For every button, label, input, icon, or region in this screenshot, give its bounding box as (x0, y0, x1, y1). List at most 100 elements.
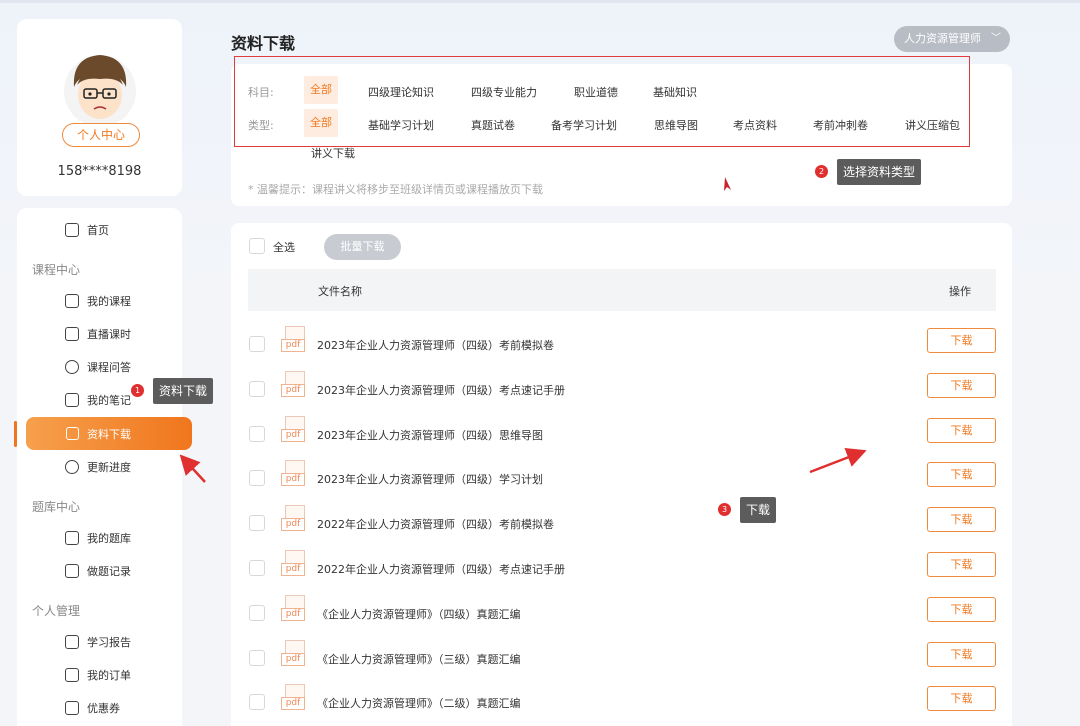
select-all-label: 全选 (273, 241, 295, 254)
user-phone: 158****8198 (57, 164, 142, 179)
type-option[interactable]: 讲义下载 (311, 145, 355, 161)
type-option[interactable]: 讲义压缩包 (905, 117, 960, 133)
pdf-file-icon: pdf (281, 550, 307, 580)
avatar (64, 55, 136, 127)
sidebar-item-my-bank[interactable]: 我的题库 (65, 528, 131, 548)
row-checkbox[interactable] (249, 650, 265, 666)
personal-center-button[interactable]: 个人中心 (62, 123, 140, 147)
type-option[interactable]: 备考学习计划 (551, 117, 617, 133)
file-name: 《企业人力资源管理师》（三级）真题汇编 (317, 653, 521, 666)
home-icon (65, 223, 79, 237)
download-button[interactable]: 下载 (927, 462, 996, 487)
tip-text: * 温馨提示：课程讲义将移步至班级详情页或课程播放页下载 (248, 183, 543, 196)
column-header-action: 操作 (949, 285, 971, 298)
download-button[interactable]: 下载 (927, 507, 996, 532)
sidebar-item-practice-records[interactable]: 做题记录 (65, 561, 131, 581)
file-name: 《企业人力资源管理师》（四级）真题汇编 (317, 608, 521, 621)
type-option-all[interactable]: 全部 (304, 109, 338, 137)
sidebar-item-coupons[interactable]: 优惠券 (65, 698, 120, 718)
subject-label: 科目: (248, 86, 274, 99)
download-button[interactable]: 下载 (927, 373, 996, 398)
download-button[interactable]: 下载 (927, 597, 996, 622)
pdf-file-icon: pdf (281, 371, 307, 401)
row-checkbox[interactable] (249, 426, 265, 442)
type-option[interactable]: 考前冲刺卷 (813, 117, 868, 133)
sidebar-item-label: 我的课程 (87, 295, 131, 308)
pdf-file-icon: pdf (281, 640, 307, 670)
row-checkbox[interactable] (249, 560, 265, 576)
pdf-tag: pdf (281, 473, 305, 486)
file-name: 2023年企业人力资源管理师（四级）思维导图 (317, 429, 543, 442)
role-select[interactable]: 人力资源管理师 ﹀ (894, 26, 1010, 52)
row-checkbox[interactable] (249, 336, 265, 352)
sidebar-item-download[interactable]: 资料下载 (26, 417, 192, 450)
row-checkbox[interactable] (249, 515, 265, 531)
download-icon (66, 427, 79, 440)
video-icon (65, 327, 79, 341)
sidebar-item-label: 我的订单 (87, 669, 131, 682)
arrow-step-1 (179, 454, 206, 483)
pdf-file-icon: pdf (281, 326, 307, 356)
sidebar-item-update-progress[interactable]: 更新进度 (65, 457, 131, 477)
sidebar-item-live-hours[interactable]: 直播课时 (65, 324, 131, 344)
row-checkbox[interactable] (249, 694, 265, 710)
pdf-tag: pdf (281, 563, 305, 576)
row-checkbox[interactable] (249, 470, 265, 486)
sidebar-item-label: 课程问答 (87, 361, 131, 374)
sidebar-group-course: 课程中心 (32, 263, 81, 277)
subject-option[interactable]: 职业道德 (574, 84, 618, 100)
sidebar: 首页 课程中心 我的课程 直播课时 课程问答 我的笔记 资料下载 更新进度 题库… (17, 208, 192, 726)
sidebar-group-bank: 题库中心 (32, 500, 81, 514)
sidebar-item-label: 我的题库 (87, 532, 131, 545)
question-icon (65, 360, 79, 374)
step-badge-1: 1 (131, 384, 144, 397)
sidebar-item-label: 优惠券 (87, 702, 120, 715)
pdf-file-icon: pdf (281, 416, 307, 446)
sidebar-item-study-report[interactable]: 学习报告 (65, 632, 131, 652)
download-button[interactable]: 下载 (927, 552, 996, 577)
file-name: 2023年企业人力资源管理师（四级）学习计划 (317, 473, 543, 486)
row-checkbox[interactable] (249, 381, 265, 397)
page-title: 资料下载 (231, 34, 296, 53)
sidebar-group-personal: 个人管理 (32, 604, 81, 618)
type-option[interactable]: 基础学习计划 (368, 117, 434, 133)
sidebar-item-my-courses[interactable]: 我的课程 (65, 291, 131, 311)
question-bank-icon (65, 531, 79, 545)
profile-card: 个人中心 158****8198 (17, 19, 182, 196)
row-checkbox[interactable] (249, 605, 265, 621)
order-icon (65, 668, 79, 682)
subject-option[interactable]: 四级理论知识 (368, 84, 434, 100)
sidebar-item-label: 做题记录 (87, 565, 131, 578)
subject-option[interactable]: 基础知识 (653, 84, 697, 100)
select-all-checkbox[interactable] (249, 238, 265, 254)
sidebar-item-course-qa[interactable]: 课程问答 (65, 357, 131, 377)
callout-step-3: 下载 (740, 497, 777, 523)
batch-download-button[interactable]: 批量下载 (324, 234, 401, 260)
file-name: 2023年企业人力资源管理师（四级）考前模拟卷 (317, 339, 554, 352)
file-name: 2023年企业人力资源管理师（四级）考点速记手册 (317, 384, 565, 397)
sidebar-item-my-orders[interactable]: 我的订单 (65, 665, 131, 685)
chevron-down-icon: ﹀ (991, 33, 1001, 44)
download-button[interactable]: 下载 (927, 642, 996, 667)
pdf-file-icon: pdf (281, 595, 307, 625)
subject-option[interactable]: 四级专业能力 (471, 84, 537, 100)
pdf-tag: pdf (281, 697, 305, 710)
subject-option-all[interactable]: 全部 (304, 76, 338, 104)
column-header-name: 文件名称 (318, 285, 362, 298)
download-button[interactable]: 下载 (927, 686, 996, 711)
pdf-file-icon: pdf (281, 684, 307, 714)
role-select-value: 人力资源管理师 (904, 32, 981, 45)
file-name: 《企业人力资源管理师》（二级）真题汇编 (317, 697, 521, 710)
type-label: 类型: (248, 119, 274, 132)
coupon-icon (65, 701, 79, 715)
step-badge-2: 2 (815, 165, 828, 178)
download-button[interactable]: 下载 (927, 328, 996, 353)
type-option[interactable]: 思维导图 (654, 117, 698, 133)
download-button[interactable]: 下载 (927, 418, 996, 443)
sidebar-item-home[interactable]: 首页 (65, 220, 109, 240)
sidebar-item-my-notes[interactable]: 我的笔记 (65, 390, 131, 410)
type-option[interactable]: 真题试卷 (471, 117, 515, 133)
type-option[interactable]: 考点资料 (733, 117, 777, 133)
pdf-tag: pdf (281, 339, 305, 352)
pdf-tag: pdf (281, 384, 305, 397)
